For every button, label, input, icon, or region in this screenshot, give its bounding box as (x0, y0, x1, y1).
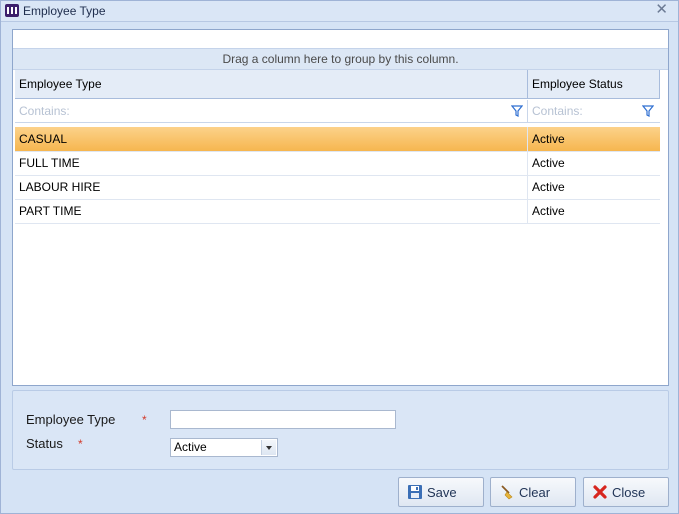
close-button-label: Close (612, 485, 646, 500)
clear-button-label: Clear (519, 485, 551, 500)
funnel-filter-icon[interactable] (511, 105, 523, 117)
window-close-icon[interactable]: ✕ (655, 1, 668, 19)
cell-employee-type: CASUAL (15, 127, 528, 151)
cell-employee-status: Active (532, 204, 565, 218)
cell-employee-status: Active (532, 180, 565, 194)
app-logo-icon (5, 4, 19, 17)
group-by-panel[interactable]: Drag a column here to group by this colu… (13, 48, 668, 70)
status-label: Status (26, 436, 63, 451)
clear-button[interactable]: Clear (490, 477, 576, 507)
filter-row: Contains: Contains: (15, 100, 660, 123)
filter-placeholder: Contains: (532, 104, 583, 118)
column-header-employee-type[interactable]: Employee Type (15, 70, 528, 99)
filter-placeholder: Contains: (19, 104, 70, 118)
cell-employee-status: Active (532, 132, 565, 146)
window-title: Employee Type (23, 4, 106, 18)
edit-form-panel: Employee Type * Status * Active (12, 390, 669, 470)
cell-employee-type: PART TIME (15, 199, 528, 223)
employee-type-label: Employee Type (26, 412, 116, 427)
save-button-label: Save (427, 485, 457, 500)
table-row[interactable]: LABOUR HIRE Active (15, 175, 660, 200)
filter-employee-status[interactable]: Contains: (528, 100, 660, 122)
cell-employee-status: Active (532, 156, 565, 170)
status-selected-value: Active (174, 440, 207, 454)
save-button[interactable]: Save (398, 477, 484, 507)
column-header-employee-status[interactable]: Employee Status (528, 70, 660, 99)
floppy-disk-icon (408, 485, 422, 499)
required-marker: * (78, 437, 83, 451)
status-select[interactable]: Active (170, 438, 278, 457)
chevron-down-icon[interactable] (261, 440, 276, 455)
employee-type-input[interactable] (170, 410, 396, 429)
cell-employee-type: FULL TIME (15, 151, 528, 175)
table-row[interactable]: PART TIME Active (15, 199, 660, 224)
red-x-icon (593, 485, 607, 499)
filter-employee-type[interactable]: Contains: (15, 100, 528, 122)
cell-employee-type: LABOUR HIRE (15, 175, 528, 199)
table-row[interactable]: CASUAL Active (15, 127, 660, 152)
funnel-filter-icon[interactable] (642, 105, 654, 117)
title-bar: Employee Type ✕ (1, 1, 678, 22)
employee-type-grid: Drag a column here to group by this colu… (12, 29, 669, 386)
employee-type-window: Employee Type ✕ Drag a column here to gr… (0, 0, 679, 514)
close-button[interactable]: Close (583, 477, 669, 507)
broom-icon (501, 485, 513, 500)
required-marker: * (142, 413, 147, 427)
table-row[interactable]: FULL TIME Active (15, 151, 660, 176)
